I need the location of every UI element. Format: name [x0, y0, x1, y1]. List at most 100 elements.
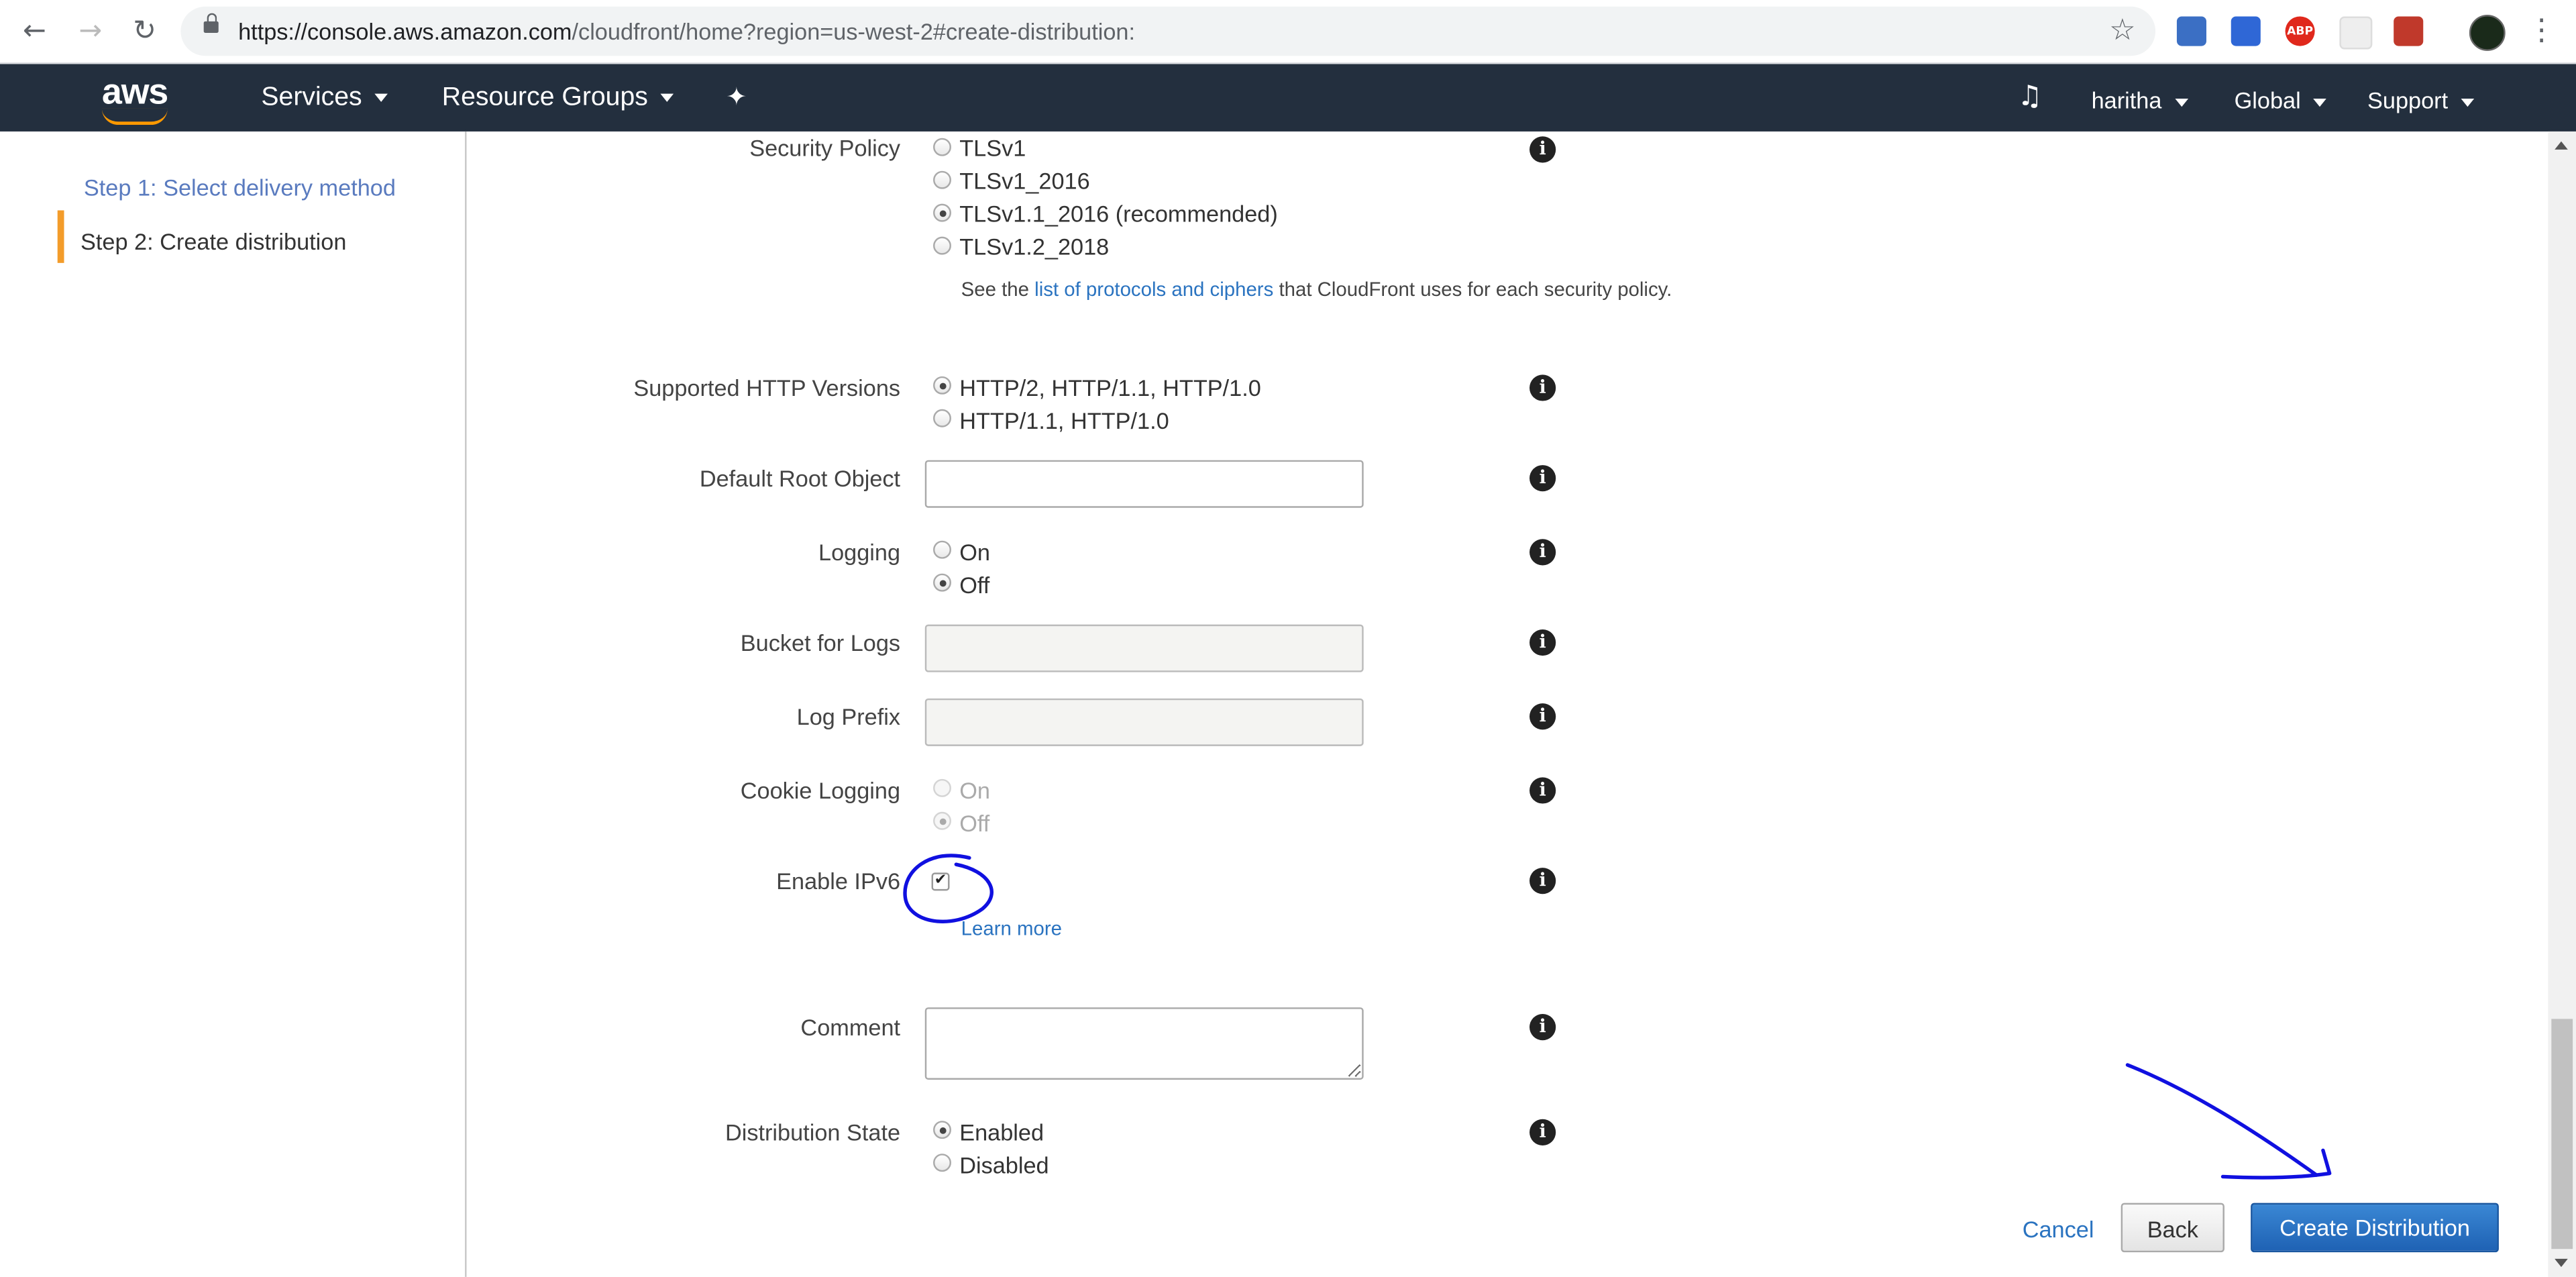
back-arrow-icon[interactable]: ← [16, 13, 52, 50]
info-icon[interactable]: i [1529, 539, 1556, 566]
support-menu[interactable]: Support [2367, 87, 2475, 113]
url-host: https://console.aws.amazon.com [238, 17, 572, 45]
services-menu[interactable]: Services [261, 84, 388, 113]
security-policy-radio-tlsv1-1-2016[interactable] [933, 203, 951, 222]
aws-logo[interactable]: aws [102, 70, 168, 113]
region-label: Global [2234, 87, 2301, 113]
cookie-logging-option: Off [959, 810, 990, 837]
default-root-object-label: Default Root Object [699, 465, 901, 492]
protocols-ciphers-link[interactable]: list of protocols and ciphers [1034, 278, 1273, 301]
chevron-down-icon [2314, 98, 2327, 107]
log-prefix-label: Log Prefix [796, 703, 901, 730]
active-step-indicator [57, 210, 64, 263]
log-prefix-input[interactable] [924, 698, 1364, 746]
browser-toolbar: ← → ↻ https://console.aws.amazon.com/clo… [0, 0, 2576, 64]
distribution-state-radio-enabled[interactable] [933, 1121, 951, 1139]
services-label: Services [261, 83, 362, 112]
extension-icon[interactable] [2339, 16, 2373, 50]
logging-option: Off [959, 572, 990, 599]
info-icon[interactable]: i [1529, 868, 1556, 895]
user-menu[interactable]: haritha [2092, 87, 2188, 113]
resource-groups-menu[interactable]: Resource Groups [441, 83, 675, 113]
create-distribution-button[interactable]: Create Distribution [2251, 1203, 2499, 1253]
logging-radio-on[interactable] [933, 540, 951, 559]
logging-radio-off[interactable] [933, 573, 951, 592]
security-policy-option: TLSv1 [959, 134, 1026, 162]
region-menu[interactable]: Global [2235, 87, 2327, 113]
resource-groups-label: Resource Groups [441, 83, 648, 112]
chevron-down-icon [2175, 98, 2188, 107]
default-root-object-input[interactable] [924, 460, 1364, 508]
bucket-for-logs-label: Bucket for Logs [740, 629, 901, 656]
wizard-sidebar: Step 1: Select delivery method Step 2: C… [0, 131, 467, 1277]
info-icon[interactable]: i [1529, 136, 1556, 163]
http-versions-option: HTTP/2, HTTP/1.1, HTTP/1.0 [959, 374, 1261, 401]
annotation-arrow-line [2125, 1063, 2318, 1177]
extension-icon[interactable] [2394, 16, 2424, 46]
user-label: haritha [2091, 87, 2162, 113]
logging-option: On [959, 539, 990, 566]
scrollbar-thumb[interactable] [2551, 1019, 2573, 1249]
http-versions-radio-http2[interactable] [933, 376, 951, 395]
scroll-up-arrow-icon[interactable] [2555, 141, 2568, 150]
forward-arrow-icon[interactable]: → [72, 13, 109, 50]
cancel-link[interactable]: Cancel [2023, 1216, 2094, 1242]
extension-icon[interactable] [2176, 16, 2207, 46]
cookie-logging-option: On [959, 777, 990, 804]
security-policy-radio-tlsv1-2016[interactable] [933, 170, 951, 189]
url-text[interactable]: https://console.aws.amazon.com/cloudfron… [238, 18, 1135, 44]
lock-icon [203, 13, 219, 33]
reload-icon[interactable]: ↻ [127, 13, 163, 50]
security-policy-option: TLSv1.2_2018 [959, 233, 1110, 260]
pin-icon[interactable]: ✦ [726, 82, 747, 111]
star-icon[interactable]: ☆ [2109, 13, 2136, 48]
annotation-arrow-head [2220, 1148, 2332, 1180]
info-icon[interactable]: i [1529, 465, 1556, 492]
help-text: See the [961, 277, 1029, 301]
support-label: Support [2367, 87, 2449, 113]
distribution-state-option: Disabled [959, 1152, 1049, 1178]
info-icon[interactable]: i [1529, 703, 1556, 730]
info-icon[interactable]: i [1529, 629, 1556, 656]
menu-kebab-icon[interactable]: ⋮ [2527, 13, 2557, 48]
chevron-down-icon [375, 94, 388, 103]
chevron-down-icon [2461, 98, 2475, 107]
http-versions-label: Supported HTTP Versions [633, 374, 901, 401]
comment-label: Comment [800, 1014, 901, 1041]
security-policy-option: TLSv1_2016 [959, 167, 1090, 194]
cookie-logging-radio-on[interactable] [933, 778, 951, 797]
security-policy-radio-tlsv1[interactable] [933, 138, 951, 156]
cookie-logging-label: Cookie Logging [740, 777, 901, 804]
chevron-down-icon [661, 94, 675, 103]
back-button[interactable]: Back [2121, 1203, 2224, 1253]
http-versions-radio-http1[interactable] [933, 409, 951, 427]
security-policy-help: See the list of protocols and ciphers th… [961, 278, 1672, 301]
bucket-for-logs-input[interactable] [924, 624, 1364, 672]
extension-icon[interactable] [2231, 16, 2261, 46]
enable-ipv6-checkbox[interactable]: ✔ [931, 872, 950, 891]
cookie-logging-radio-off[interactable] [933, 811, 951, 830]
security-policy-radio-tlsv1-2-2018[interactable] [933, 236, 951, 255]
url-path: /cloudfront/home?region=us-west-2#create… [572, 17, 1136, 45]
step-1-link[interactable]: Step 1: Select delivery method [84, 174, 396, 201]
help-text: that CloudFront uses for each security p… [1279, 277, 1672, 301]
security-policy-label: Security Policy [749, 134, 901, 162]
learn-more-link[interactable]: Learn more [961, 917, 1062, 940]
security-policy-option: TLSv1.1_2016 (recommended) [959, 200, 1278, 227]
step-2-current: Step 2: Create distribution [80, 228, 347, 255]
info-icon[interactable]: i [1529, 374, 1556, 401]
distribution-state-option: Enabled [959, 1119, 1044, 1145]
comment-textarea[interactable] [924, 1007, 1364, 1080]
logging-label: Logging [818, 539, 901, 566]
profile-avatar[interactable] [2469, 15, 2506, 51]
scroll-down-arrow-icon[interactable] [2555, 1258, 2568, 1268]
page-scrollbar[interactable] [2548, 131, 2576, 1277]
adblock-icon[interactable]: ABP [2285, 16, 2315, 46]
info-icon[interactable]: i [1529, 1119, 1556, 1145]
bell-icon[interactable]: ♫ [2017, 81, 2042, 113]
http-versions-option: HTTP/1.1, HTTP/1.0 [959, 407, 1169, 434]
info-icon[interactable]: i [1529, 1014, 1556, 1041]
info-icon[interactable]: i [1529, 777, 1556, 804]
address-bar[interactable]: https://console.aws.amazon.com/cloudfron… [180, 6, 2156, 56]
distribution-state-radio-disabled[interactable] [933, 1154, 951, 1172]
